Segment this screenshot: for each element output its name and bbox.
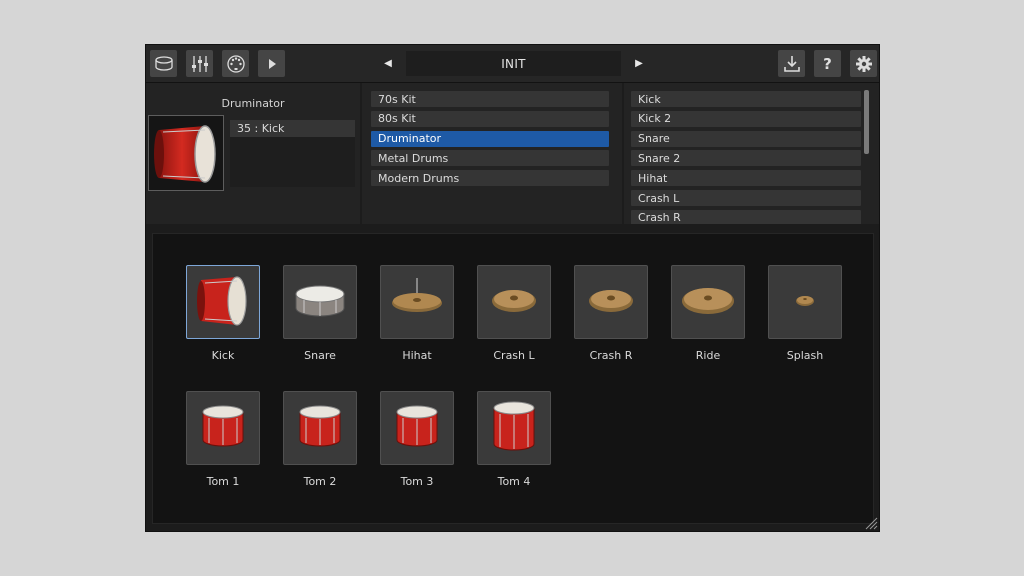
kit-item[interactable]: Modern Drums xyxy=(371,170,609,187)
instrument-item[interactable]: Crash R xyxy=(631,209,861,224)
drum-pad[interactable] xyxy=(477,391,551,465)
drum-pad-label: Hihat xyxy=(402,349,432,362)
cymbal-drum-icon xyxy=(484,270,544,334)
instrument-item[interactable]: Crash L xyxy=(631,190,861,206)
instrument-item[interactable]: Snare 2 xyxy=(631,150,861,167)
drum-pad-label: Crash L xyxy=(493,349,535,362)
kit-thumbnail xyxy=(148,115,224,191)
drum-pad-label: Tom 1 xyxy=(206,475,240,488)
drum-pad-label: Snare xyxy=(304,349,336,362)
drum-pad-label: Tom 3 xyxy=(400,475,434,488)
drum-pad-label: Tom 2 xyxy=(303,475,337,488)
drum-pad[interactable] xyxy=(186,265,260,339)
instrument-list-panel: Kick Kick 2 Snare Snare 2 Hihat Crash L Crash … xyxy=(624,83,879,224)
tom-drum-icon xyxy=(193,396,253,460)
instrument-item[interactable]: Kick xyxy=(631,91,861,107)
drum-pad[interactable] xyxy=(380,265,454,339)
toolbar: ◀ INIT ▶ ? xyxy=(146,45,879,83)
cymbal-large-drum-icon xyxy=(678,270,738,334)
instrument-item[interactable]: Hihat xyxy=(631,170,861,187)
tom-drum-icon xyxy=(387,396,447,460)
drum-pad[interactable] xyxy=(283,265,357,339)
drum-pad-label: Kick xyxy=(211,349,235,362)
drum-pad-grid: Kick Snare Hihat Crash L Crash R Ride Splash To… xyxy=(152,233,874,524)
gear-icon[interactable] xyxy=(850,50,877,77)
drum-pad[interactable] xyxy=(186,391,260,465)
kit-title: Druminator xyxy=(221,97,285,110)
resize-handle-icon[interactable] xyxy=(864,516,878,530)
app-window: ◀ INIT ▶ ? Druminator 35: Kick 70s Kit … xyxy=(145,44,880,532)
drum-pad-label: Crash R xyxy=(589,349,633,362)
mixer-icon[interactable] xyxy=(186,50,213,77)
kit-item[interactable]: 70s Kit xyxy=(371,91,609,107)
drum-pad[interactable] xyxy=(283,391,357,465)
drum-pad[interactable] xyxy=(477,265,551,339)
kick-drum-icon xyxy=(193,270,253,334)
snare-drum-icon xyxy=(290,270,350,334)
play-icon[interactable] xyxy=(258,50,285,77)
splash-drum-icon xyxy=(775,270,835,334)
instrument-list: Kick Kick 2 Snare Snare 2 Hihat Crash L Crash … xyxy=(624,83,879,224)
midi-icon[interactable] xyxy=(222,50,249,77)
kit-item[interactable]: Metal Drums xyxy=(371,150,609,167)
prev-preset-button[interactable]: ◀ xyxy=(378,54,398,72)
drum-pad[interactable] xyxy=(574,265,648,339)
hihat-drum-icon xyxy=(387,270,447,334)
drum-icon[interactable] xyxy=(150,50,177,77)
kit-info-panel: Druminator 35 : Kick xyxy=(146,83,360,224)
kit-item[interactable]: Druminator xyxy=(371,130,609,147)
drum-pad-label: Splash xyxy=(786,349,824,362)
download-icon[interactable] xyxy=(778,50,805,77)
preset-name[interactable]: INIT xyxy=(406,51,621,76)
floor-tom-drum-icon xyxy=(484,396,544,460)
next-preset-button[interactable]: ▶ xyxy=(629,54,649,72)
tom-drum-icon xyxy=(290,396,350,460)
drum-pad[interactable] xyxy=(768,265,842,339)
drum-pad[interactable] xyxy=(671,265,745,339)
instrument-item[interactable]: Snare xyxy=(631,130,861,147)
kit-list: 70s Kit 80s Kit Druminator Metal Drums Moder… xyxy=(362,83,622,224)
drum-pad[interactable] xyxy=(380,391,454,465)
drum-pad-label: Tom 4 xyxy=(497,475,531,488)
kit-item[interactable]: 80s Kit xyxy=(371,110,609,127)
kit-list-panel: 70s Kit 80s Kit Druminator Metal Drums Moder… xyxy=(362,83,622,224)
drum-pad-label: Ride xyxy=(695,349,721,362)
help-icon[interactable]: ? xyxy=(814,50,841,77)
instrument-item[interactable]: Kick 2 xyxy=(631,110,861,127)
note-area xyxy=(230,137,355,187)
cymbal-drum-icon xyxy=(581,270,641,334)
note-field[interactable]: 35 : Kick xyxy=(230,120,355,137)
instrument-scrollbar[interactable] xyxy=(864,90,869,154)
